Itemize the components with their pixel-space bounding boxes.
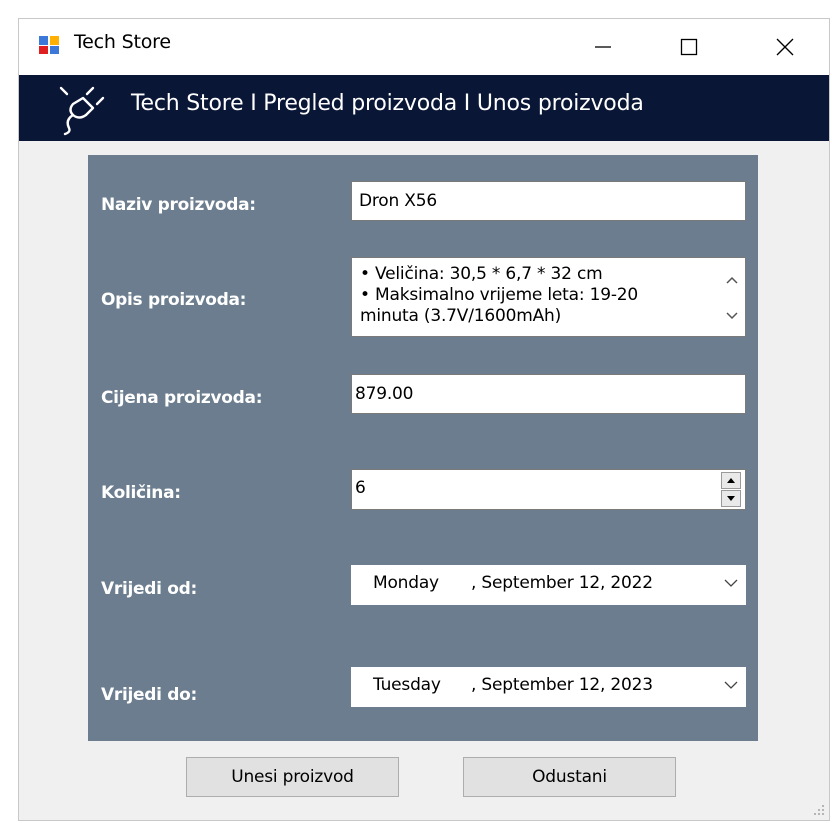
naziv-input[interactable]: Dron X56 xyxy=(351,181,746,221)
close-button[interactable] xyxy=(755,19,815,75)
chevron-down-icon[interactable] xyxy=(724,578,738,588)
unesi-proizvod-button[interactable]: Unesi proizvod xyxy=(186,757,399,797)
chevron-down-icon[interactable] xyxy=(724,680,738,690)
scroll-down-icon[interactable] xyxy=(726,312,738,320)
minimize-icon xyxy=(595,46,611,48)
cijena-input[interactable]: 879.00 xyxy=(351,374,746,414)
odustani-button[interactable]: Odustani xyxy=(463,757,676,797)
kolicina-stepper[interactable]: 6 xyxy=(351,469,746,510)
scroll-up-icon[interactable] xyxy=(726,276,738,284)
plug-icon xyxy=(59,86,105,136)
title-bar[interactable]: Tech Store xyxy=(19,19,829,75)
vrijedi-od-date: , September 12, 2022 xyxy=(471,573,653,593)
vrijedi-do-day: Tuesday xyxy=(373,675,441,695)
opis-label: Opis proizvoda: xyxy=(101,290,247,310)
decrement-button[interactable] xyxy=(721,490,741,507)
header-banner: Tech Store I Pregled proizvoda I Unos pr… xyxy=(19,75,829,141)
app-window: Tech Store Tech Store I Pregled proizvod… xyxy=(18,18,830,821)
banner-title: Tech Store I Pregled proizvoda I Unos pr… xyxy=(131,91,644,116)
window-title: Tech Store xyxy=(74,31,171,53)
vrijedi-do-datepicker[interactable]: Tuesday , September 12, 2023 xyxy=(351,667,746,707)
resize-grip-icon[interactable] xyxy=(813,804,825,816)
kolicina-value: 6 xyxy=(355,478,366,498)
opis-line: • Maksimalno vrijeme leta: 19-20 xyxy=(360,285,638,305)
vrijedi-od-day: Monday xyxy=(373,573,439,593)
cijena-label: Cijena proizvoda: xyxy=(101,388,263,408)
opis-line: minuta (3.7V/1600mAh) xyxy=(360,306,562,326)
naziv-label: Naziv proizvoda: xyxy=(101,195,256,215)
opis-textarea[interactable]: • Veličina: 30,5 * 6,7 * 32 cm • Maksima… xyxy=(351,257,746,337)
opis-line: • Veličina: 30,5 * 6,7 * 32 cm xyxy=(360,264,603,284)
maximize-icon xyxy=(680,38,698,56)
close-icon xyxy=(776,38,794,56)
minimize-button[interactable] xyxy=(573,19,633,75)
app-icon xyxy=(38,35,60,55)
caret-down-icon xyxy=(727,496,735,501)
caret-up-icon xyxy=(727,478,735,483)
maximize-button[interactable] xyxy=(659,19,719,75)
opis-text: • Veličina: 30,5 * 6,7 * 32 cm • Maksima… xyxy=(360,264,710,327)
opis-scrollbar[interactable] xyxy=(719,258,745,336)
vrijedi-do-date: , September 12, 2023 xyxy=(471,675,653,695)
kolicina-label: Količina: xyxy=(101,483,181,503)
vrijedi-do-label: Vrijedi do: xyxy=(101,685,197,705)
product-form-panel: Naziv proizvoda: Dron X56 Opis proizvoda… xyxy=(88,155,758,741)
naziv-value: Dron X56 xyxy=(359,191,437,211)
kolicina-spinner xyxy=(721,472,743,509)
vrijedi-od-datepicker[interactable]: Monday , September 12, 2022 xyxy=(351,565,746,605)
increment-button[interactable] xyxy=(721,472,741,489)
cijena-value: 879.00 xyxy=(355,384,414,404)
vrijedi-od-label: Vrijedi od: xyxy=(101,579,197,599)
